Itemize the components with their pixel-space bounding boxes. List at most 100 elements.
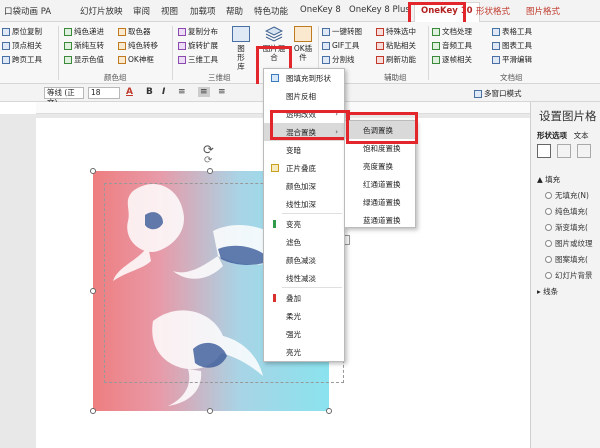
resize-handle-bottom[interactable] <box>207 408 213 414</box>
tab-help[interactable]: 帮助 <box>226 5 243 17</box>
fill-option-solid[interactable]: 纯色填充( <box>545 206 588 217</box>
menu-item-color-dodge[interactable]: 颜色减淡 <box>264 251 344 269</box>
pane-title: 设置图片格 <box>539 109 597 123</box>
size-properties-icon[interactable] <box>577 144 591 158</box>
group-doc-label: 文档组 <box>500 73 523 82</box>
radio-icon <box>545 240 552 247</box>
align-right-icon[interactable]: ≡ <box>218 87 226 97</box>
3d-tools-button[interactable]: 三维工具 <box>178 54 218 65</box>
gif-tools-button[interactable]: GIF工具 <box>322 40 359 51</box>
menu-item-lighten[interactable]: 变亮 <box>264 215 344 233</box>
resize-handle-top[interactable] <box>207 168 213 174</box>
color-picker-button[interactable]: 取色器 <box>118 26 151 37</box>
audio-tools-button[interactable]: 音频工具 <box>432 40 472 51</box>
resize-handle-bottom-right[interactable] <box>326 408 332 414</box>
vertex-tools-button[interactable]: 顶点相关 <box>2 40 42 51</box>
gradient-solid-swap-button[interactable]: 渐纯互转 <box>64 40 104 51</box>
color-progression-button[interactable]: 纯色递进 <box>64 26 104 37</box>
special-select-button[interactable]: 特殊选中 <box>376 26 416 37</box>
fill-section-toggle[interactable]: ▲ 填充 <box>537 174 560 185</box>
document-processing-button[interactable]: 文档处理 <box>432 26 472 37</box>
pane-tab-shape-options[interactable]: 形状选项 <box>537 131 567 140</box>
italic-button[interactable]: I <box>162 87 165 97</box>
multiply-icon <box>271 164 279 172</box>
menu-item-multiply[interactable]: 正片叠底 <box>264 159 344 177</box>
tab-review[interactable]: 审阅 <box>133 5 150 17</box>
menu-item-hard-light[interactable]: 强光 <box>264 325 344 343</box>
menu-item-overlay[interactable]: 叠加 <box>264 289 344 307</box>
tab-addins[interactable]: 加载项 <box>190 5 216 17</box>
bold-button[interactable]: B <box>146 87 153 97</box>
document-icon <box>432 27 440 36</box>
menu-item-vivid-light[interactable]: 亮光 <box>264 343 344 361</box>
font-size-select[interactable]: 18 <box>88 87 120 99</box>
menu-divider <box>282 287 342 288</box>
tab-pocket-animation[interactable]: 口袋动画 PA <box>4 5 51 17</box>
submenu-item-green-channel-replace[interactable]: 绿通道置换 <box>345 193 415 211</box>
fill-option-pattern[interactable]: 图案填充( <box>545 254 588 265</box>
line-section-toggle[interactable]: ▸ 线条 <box>537 286 558 297</box>
frame-by-frame-button[interactable]: 逐帧相关 <box>432 54 472 65</box>
rotate-expand-button[interactable]: 旋转扩展 <box>178 40 218 51</box>
menu-item-invert[interactable]: 图片反相 <box>264 87 344 105</box>
divider-line-button[interactable]: 分割线 <box>322 54 355 65</box>
multi-window-mode-button[interactable]: 多窗口模式 <box>474 88 522 99</box>
eyedropper-icon <box>118 27 126 36</box>
refresh-function-button[interactable]: 刷新功能 <box>376 54 416 65</box>
submenu-item-red-channel-replace[interactable]: 红通道置换 <box>345 175 415 193</box>
copy-in-place-button[interactable]: 原位复制 <box>2 26 42 37</box>
smooth-icon <box>492 55 500 64</box>
shape-library-button[interactable]: 图形库 <box>232 26 250 71</box>
ok-plugin-button[interactable]: OK插 件 <box>292 26 314 62</box>
group-3d-label: 三维组 <box>208 73 231 82</box>
smooth-edit-button[interactable]: 平滑编辑 <box>492 54 532 65</box>
one-click-convert-button[interactable]: 一键转图 <box>322 26 362 37</box>
paste-related-button[interactable]: 粘贴相关 <box>376 40 416 51</box>
fill-option-slide-bg[interactable]: 幻灯片背景 <box>545 270 593 281</box>
tab-onekey8[interactable]: OneKey 8 <box>300 5 341 15</box>
divider <box>428 26 429 80</box>
menu-item-color-burn[interactable]: 颜色加深 <box>264 177 344 195</box>
tab-features[interactable]: 特色功能 <box>254 5 288 17</box>
fill-option-picture[interactable]: 图片或纹理 <box>545 238 593 249</box>
fill-option-gradient[interactable]: 渐变填充( <box>545 222 588 233</box>
align-left-icon[interactable]: ≡ <box>178 87 186 97</box>
tab-onekey8-plus[interactable]: OneKey 8 Plus <box>349 5 410 15</box>
font-color-icon[interactable]: A <box>126 87 133 97</box>
cross-page-tools-button[interactable]: 跨页工具 <box>2 54 42 65</box>
chart-tools-button[interactable]: 图表工具 <box>492 40 532 51</box>
rotate-handle-secondary-icon[interactable]: ⟳ <box>204 155 214 166</box>
table-tools-button[interactable]: 表格工具 <box>492 26 532 37</box>
menu-item-linear-dodge[interactable]: 线性减淡 <box>264 269 344 287</box>
chart-icon <box>492 41 500 50</box>
format-picture-pane: 设置图片格 形状选项 文本 ▲ 填充 无填充(N) 纯色填充( 渐变填充( 图片… <box>530 102 600 448</box>
palette-icon <box>64 27 72 36</box>
copy-distribute-button[interactable]: 复制分布 <box>178 26 218 37</box>
tab-view[interactable]: 视图 <box>161 5 178 17</box>
resize-handle-bottom-left[interactable] <box>90 408 96 414</box>
solid-color-transfer-button[interactable]: 纯色转移 <box>118 40 158 51</box>
menu-item-linear-burn[interactable]: 线性加深 <box>264 195 344 213</box>
vertex-icon <box>2 41 10 50</box>
fill-line-icon[interactable] <box>537 144 551 158</box>
pane-tab-text[interactable]: 文本 <box>574 131 589 140</box>
menu-item-soft-light[interactable]: 柔光 <box>264 307 344 325</box>
menu-item-darken[interactable]: 变暗 <box>264 141 344 159</box>
tab-slideshow[interactable]: 幻灯片放映 <box>80 5 123 17</box>
resize-handle-top-left[interactable] <box>90 168 96 174</box>
ok-frame-button[interactable]: OK神框 <box>118 54 154 65</box>
fill-option-none[interactable]: 无填充(N) <box>545 190 589 201</box>
pentagon-effects-icon[interactable] <box>557 144 571 158</box>
submenu-item-brightness-replace[interactable]: 亮度置换 <box>345 157 415 175</box>
show-color-value-button[interactable]: 显示色值 <box>64 54 104 65</box>
menu-item-fill-shape[interactable]: 图填充到形状 <box>264 69 344 87</box>
font-select[interactable]: 等线 (正文) <box>44 87 84 107</box>
submenu-item-blue-channel-replace[interactable]: 蓝通道置换 <box>345 211 415 229</box>
fill-shape-icon <box>271 74 279 82</box>
resize-handle-left[interactable] <box>90 288 96 294</box>
align-center-icon[interactable]: ≡ <box>198 87 210 97</box>
tab-picture-format[interactable]: 图片格式 <box>526 5 560 17</box>
tab-shape-format[interactable]: 形状格式 <box>476 5 510 17</box>
overlay-marker-icon <box>273 294 276 302</box>
menu-item-screen[interactable]: 滤色 <box>264 233 344 251</box>
